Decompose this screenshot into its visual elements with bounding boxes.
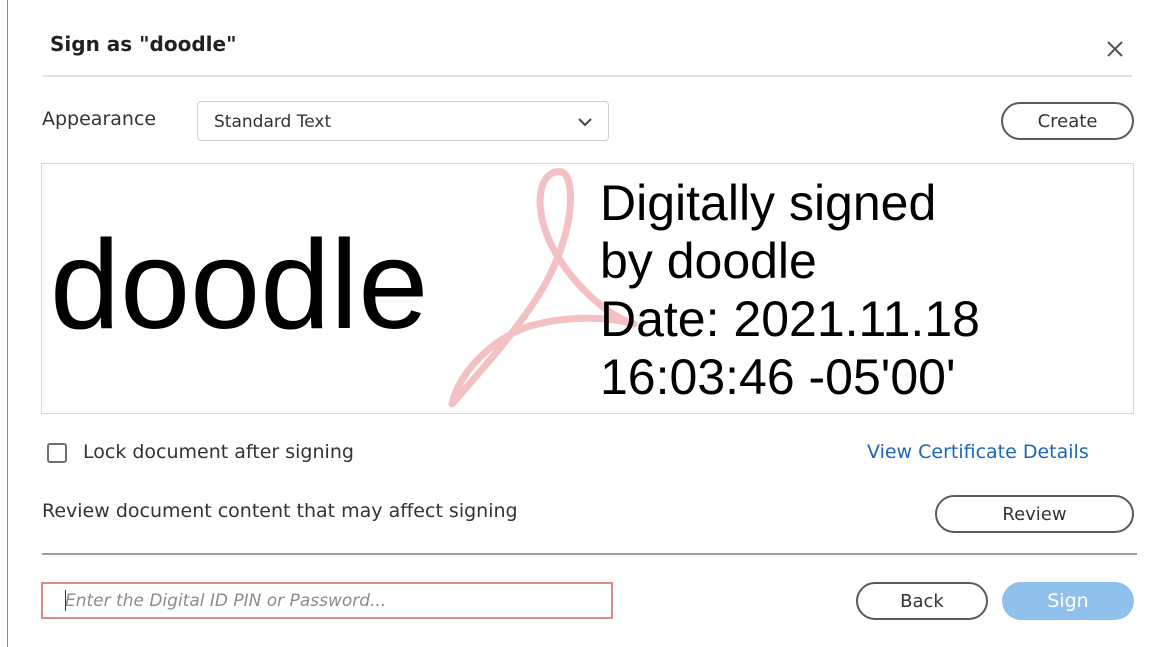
- back-button[interactable]: Back: [856, 582, 988, 620]
- close-icon: [1107, 41, 1123, 57]
- signature-details: Digitally signed by doodle Date: 2021.11…: [600, 174, 980, 406]
- view-certificate-details-link[interactable]: View Certificate Details: [867, 441, 1089, 463]
- sign-button[interactable]: Sign: [1002, 582, 1134, 620]
- review-button[interactable]: Review: [935, 495, 1134, 533]
- chevron-down-icon: [578, 118, 592, 127]
- pin-password-input[interactable]: [41, 582, 613, 619]
- signature-detail-line: Date: 2021.11.18: [600, 291, 980, 347]
- sign-dialog: Sign as "doodle" Appearance Standard Tex…: [0, 0, 1156, 647]
- lock-document-checkbox[interactable]: [47, 443, 67, 463]
- signature-detail-line: by doodle: [600, 233, 817, 289]
- signature-detail-line: Digitally signed: [600, 175, 937, 231]
- dialog-title: Sign as "doodle": [50, 32, 237, 56]
- signature-detail-line: 16:03:46 -05'00': [600, 349, 956, 405]
- signature-preview: doodle Digitally signed by doodle Date: …: [41, 163, 1134, 414]
- appearance-label: Appearance: [42, 108, 157, 130]
- signature-name: doodle: [50, 214, 429, 355]
- close-button[interactable]: [1098, 32, 1132, 66]
- review-description: Review document content that may affect …: [42, 500, 518, 522]
- text-caret: [65, 590, 66, 611]
- header-divider: [42, 75, 1132, 77]
- lock-document-label: Lock document after signing: [83, 441, 354, 463]
- create-button[interactable]: Create: [1001, 102, 1134, 140]
- appearance-select[interactable]: Standard Text: [197, 101, 609, 141]
- footer-divider: [42, 553, 1137, 555]
- window-edge: [7, 0, 8, 647]
- appearance-selected-value: Standard Text: [214, 112, 332, 132]
